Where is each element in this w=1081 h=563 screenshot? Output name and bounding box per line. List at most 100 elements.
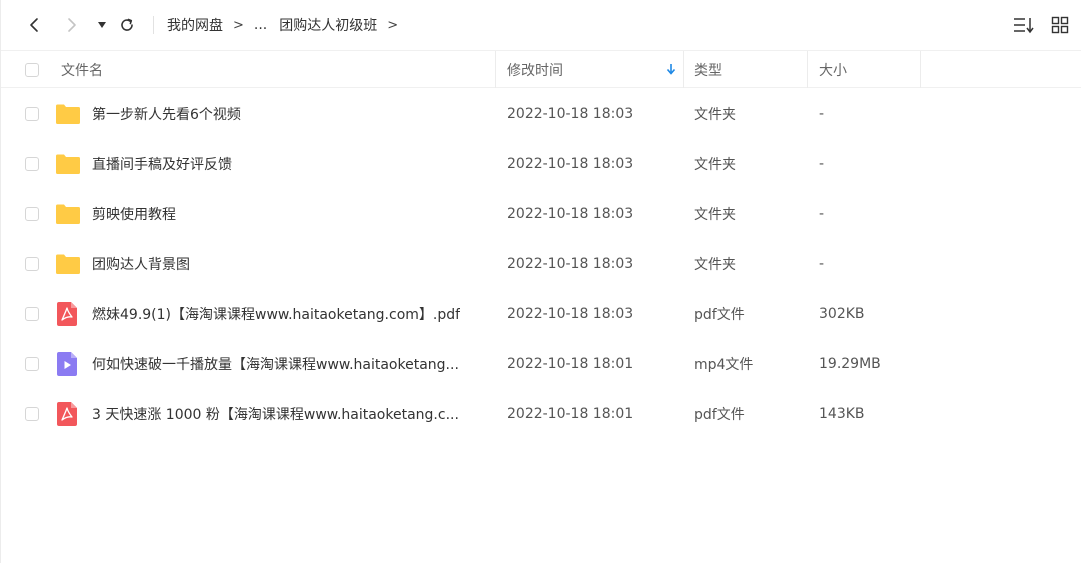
file-icon-cell [57, 339, 77, 389]
file-icon-cell [57, 289, 77, 339]
column-header-name-label: 文件名 [61, 62, 103, 79]
forward-button[interactable] [61, 13, 83, 37]
column-header-time[interactable]: 修改时间 [507, 51, 563, 88]
row-checkbox[interactable] [25, 207, 39, 221]
file-type: pdf文件 [694, 407, 745, 423]
table-row[interactable]: 第一步新人先看6个视频 2022-10-18 18:03 文件夹 - [1, 89, 1081, 139]
grid-view-icon [1051, 16, 1069, 34]
file-size: - [819, 256, 825, 272]
modified-time: 2022-10-18 18:03 [507, 306, 634, 322]
grid-view-button[interactable] [1049, 14, 1071, 36]
table-row[interactable]: 团购达人背景图 2022-10-18 18:03 文件夹 - [1, 239, 1081, 289]
breadcrumb-root[interactable]: 我的网盘 [167, 15, 223, 35]
file-type: 文件夹 [694, 157, 736, 173]
row-checkbox[interactable] [25, 407, 39, 421]
file-size: 302KB [819, 306, 865, 322]
table-row[interactable]: 剪映使用教程 2022-10-18 18:03 文件夹 - [1, 189, 1081, 239]
file-type: 文件夹 [694, 257, 736, 273]
table-row[interactable]: 直播间手稿及好评反馈 2022-10-18 18:03 文件夹 - [1, 139, 1081, 189]
file-icon-cell [57, 389, 77, 439]
file-list: 第一步新人先看6个视频 2022-10-18 18:03 文件夹 - 直播间手稿… [1, 89, 1081, 439]
file-icon-cell [55, 89, 81, 139]
sort-descending-icon[interactable] [665, 62, 677, 80]
table-row[interactable]: 燃妹49.9(1)【海淘课课程www.haitaoketang.com】.pdf… [1, 289, 1081, 339]
file-name[interactable]: 3 天快速涨 1000 粉【海淘课课程www.haitaoketang.c... [92, 404, 459, 424]
view-tools [1013, 14, 1071, 36]
row-select-cell [25, 89, 39, 139]
file-name[interactable]: 直播间手稿及好评反馈 [92, 154, 232, 174]
column-header-type-label: 类型 [694, 62, 722, 79]
file-name[interactable]: 第一步新人先看6个视频 [92, 104, 241, 124]
row-checkbox[interactable] [25, 157, 39, 171]
breadcrumb-ellipsis[interactable]: ... [254, 17, 267, 33]
column-resizer[interactable] [807, 51, 808, 88]
video-file-icon [57, 352, 77, 376]
file-name-cell: 剪映使用教程 [92, 189, 176, 239]
refresh-icon [121, 18, 133, 31]
file-size: - [819, 206, 825, 222]
breadcrumb: 我的网盘 > ... 团购达人初级班 > [167, 0, 408, 50]
pdf-icon [57, 402, 77, 426]
folder-icon [56, 254, 80, 274]
file-name-cell: 直播间手稿及好评反馈 [92, 139, 232, 189]
select-all-cell [25, 51, 39, 88]
modified-time: 2022-10-18 18:03 [507, 206, 634, 222]
modified-time: 2022-10-18 18:03 [507, 156, 634, 172]
row-select-cell [25, 139, 39, 189]
file-name-cell: 3 天快速涨 1000 粉【海淘课课程www.haitaoketang.c... [92, 389, 459, 439]
file-name[interactable]: 剪映使用教程 [92, 204, 176, 224]
file-icon-cell [55, 189, 81, 239]
file-name-cell: 燃妹49.9(1)【海淘课课程www.haitaoketang.com】.pdf [92, 289, 460, 339]
folder-icon [56, 204, 80, 224]
file-icon-cell [55, 239, 81, 289]
file-size: - [819, 106, 825, 122]
folder-icon [56, 154, 80, 174]
column-header-type[interactable]: 类型 [694, 51, 722, 88]
toolbar: 我的网盘 > ... 团购达人初级班 > [1, 0, 1081, 50]
row-select-cell [25, 239, 39, 289]
column-header-time-label: 修改时间 [507, 62, 563, 79]
modified-time: 2022-10-18 18:03 [507, 106, 634, 122]
sort-list-icon [1014, 18, 1034, 34]
file-name[interactable]: 燃妹49.9(1)【海淘课课程www.haitaoketang.com】.pdf [92, 304, 460, 324]
chevron-left-icon [30, 18, 38, 32]
row-checkbox[interactable] [25, 307, 39, 321]
file-type: 文件夹 [694, 107, 736, 123]
select-all-checkbox[interactable] [25, 62, 39, 77]
column-header-size-label: 大小 [819, 62, 847, 79]
row-checkbox[interactable] [25, 257, 39, 271]
chevron-right-icon [68, 18, 76, 32]
file-size: 19.29MB [819, 356, 881, 372]
table-row[interactable]: 3 天快速涨 1000 粉【海淘课课程www.haitaoketang.c...… [1, 389, 1081, 439]
row-select-cell [25, 189, 39, 239]
table-row[interactable]: 何如快速破一千播放量【海淘课课程www.haitaoketang... 2022… [1, 339, 1081, 389]
breadcrumb-separator: > [233, 17, 244, 33]
refresh-button[interactable] [116, 13, 138, 37]
column-resizer[interactable] [495, 51, 496, 88]
file-manager-window: 我的网盘 > ... 团购达人初级班 > 文件名 修改时间 类型 大小 第一步新… [0, 0, 1081, 563]
row-select-cell [25, 289, 39, 339]
file-type: mp4文件 [694, 357, 754, 373]
column-resizer[interactable] [920, 51, 921, 88]
row-select-cell [25, 389, 39, 439]
file-type: pdf文件 [694, 307, 745, 323]
column-header-name[interactable]: 文件名 [61, 51, 103, 88]
file-type: 文件夹 [694, 207, 736, 223]
column-header-size[interactable]: 大小 [819, 51, 847, 88]
file-size: 143KB [819, 406, 865, 422]
file-name[interactable]: 何如快速破一千播放量【海淘课课程www.haitaoketang... [92, 354, 459, 374]
row-checkbox[interactable] [25, 357, 39, 371]
row-select-cell [25, 339, 39, 389]
file-icon-cell [55, 139, 81, 189]
sort-button[interactable] [1013, 14, 1035, 36]
breadcrumb-separator: > [387, 17, 399, 33]
file-list-header: 文件名 修改时间 类型 大小 [1, 50, 1081, 88]
row-checkbox[interactable] [25, 107, 39, 121]
column-resizer[interactable] [683, 51, 684, 88]
back-button[interactable] [23, 13, 45, 37]
file-name[interactable]: 团购达人背景图 [92, 254, 190, 274]
modified-time: 2022-10-18 18:01 [507, 406, 634, 422]
file-name-cell: 何如快速破一千播放量【海淘课课程www.haitaoketang... [92, 339, 459, 389]
history-dropdown-button[interactable] [91, 13, 113, 37]
breadcrumb-current[interactable]: 团购达人初级班 [279, 15, 377, 35]
